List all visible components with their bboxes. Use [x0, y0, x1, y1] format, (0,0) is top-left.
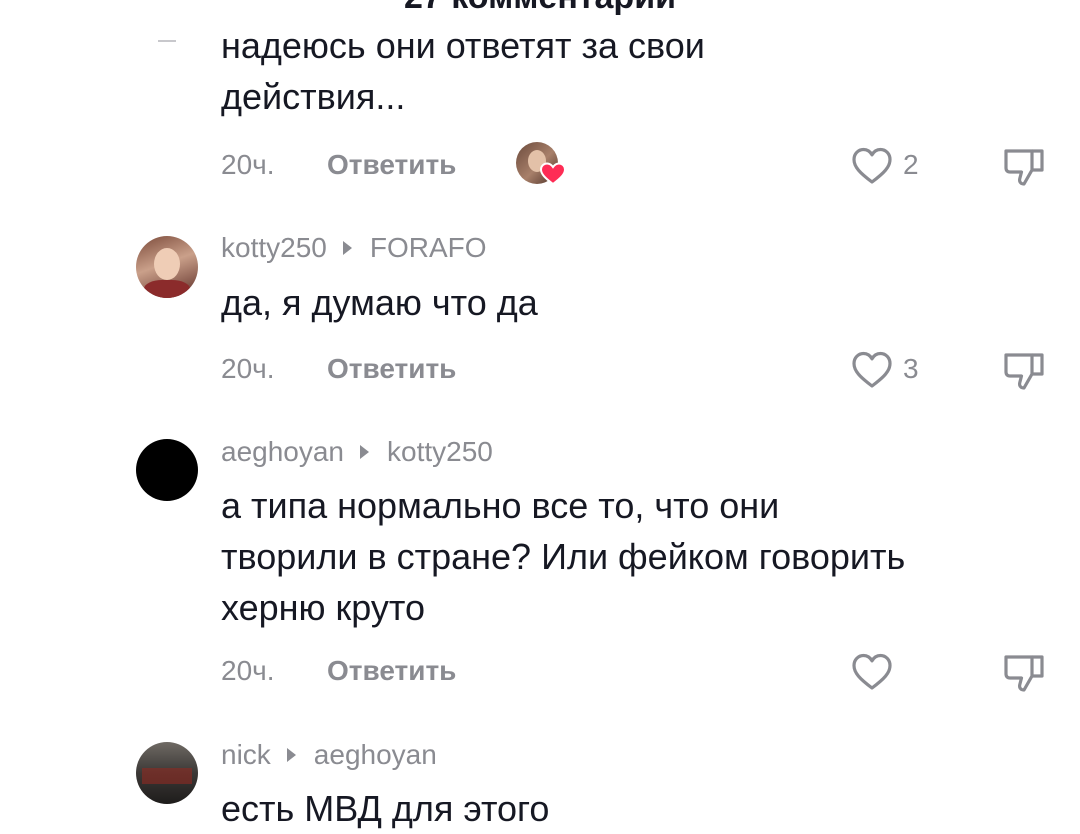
comment-author-line: aeghoyan kotty250 [221, 436, 493, 468]
like-button[interactable] [851, 350, 893, 390]
dislike-button[interactable] [1002, 146, 1046, 188]
comment-author-line: kotty250 FORAFO [221, 232, 487, 264]
comment-time: 20ч. [221, 149, 275, 180]
comment-text: а типа нормально все то, что они творили… [221, 485, 906, 628]
reply-to-username[interactable]: kotty250 [387, 436, 493, 468]
comment-time: 20ч. [221, 353, 275, 384]
avatar[interactable] [136, 742, 198, 804]
reply-button[interactable]: Ответить [327, 353, 456, 385]
avatar[interactable] [136, 236, 198, 298]
username[interactable]: nick [221, 739, 271, 771]
creator-liked-heart-icon [540, 162, 566, 186]
username[interactable]: kotty250 [221, 232, 327, 264]
reply-button[interactable]: Ответить [327, 655, 456, 687]
comment-text: есть МВД для этого [221, 788, 550, 829]
dislike-button[interactable] [1002, 350, 1046, 392]
avatar[interactable] [136, 439, 198, 501]
heart-outline-icon [852, 351, 892, 388]
thread-line [158, 40, 176, 42]
like-count: 2 [903, 149, 919, 180]
comment-text: да, я думаю что да [221, 282, 538, 323]
comment-text: надеюсь они ответят за свои действия... [221, 25, 705, 117]
like-button[interactable] [851, 146, 893, 186]
reply-button[interactable]: Ответить [327, 149, 456, 181]
username[interactable]: aeghoyan [221, 436, 344, 468]
reply-arrow-icon [360, 445, 370, 459]
reply-to-username[interactable]: FORAFO [370, 232, 487, 264]
comments-header-title: 27 комментарии [0, 0, 1080, 17]
thumb-down-icon [1004, 149, 1044, 186]
creator-liked-badge [516, 142, 566, 190]
heart-outline-icon [852, 653, 892, 690]
thumb-down-icon [1004, 655, 1044, 692]
reply-arrow-icon [342, 241, 352, 255]
thumb-down-icon [1004, 353, 1044, 390]
reply-arrow-icon [286, 748, 296, 762]
comment-author-line: nick aeghoyan [221, 739, 437, 771]
comment-time: 20ч. [221, 655, 275, 686]
like-button[interactable] [851, 652, 893, 692]
heart-outline-icon [852, 147, 892, 184]
like-count: 3 [903, 353, 919, 384]
reply-to-username[interactable]: aeghoyan [314, 739, 437, 771]
dislike-button[interactable] [1002, 652, 1046, 694]
